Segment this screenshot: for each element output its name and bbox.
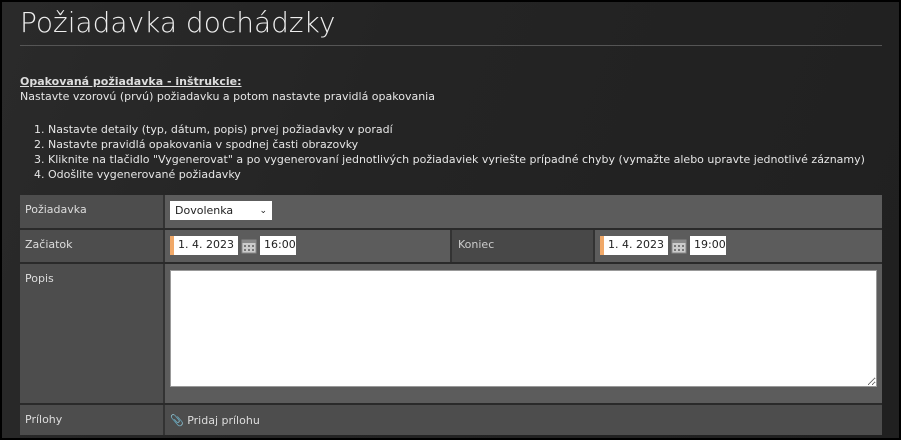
instructions: Opakovaná požiadavka - inštrukcie: Nasta… — [20, 74, 865, 182]
step: Nastavte detaily (typ, dátum, popis) prv… — [48, 122, 865, 137]
description-textarea[interactable] — [170, 270, 877, 387]
paperclip-icon: 📎 — [170, 414, 184, 427]
instructions-intro: Nastavte vzorovú (prvú) požiadavku a pot… — [20, 90, 435, 103]
description-label: Popis — [20, 264, 165, 403]
instructions-steps: Nastavte detaily (typ, dátum, popis) prv… — [20, 122, 865, 182]
attachments-label: Prílohy — [20, 405, 165, 435]
calendar-icon[interactable] — [671, 236, 687, 255]
page-title: Požiadavka dochádzky — [20, 6, 336, 39]
add-attachment-link[interactable]: 📎 Pridaj prílohu — [170, 411, 260, 430]
request-type-select[interactable]: Dovolenka ⌄ — [170, 201, 272, 220]
request-form: Požiadavka Dovolenka ⌄ Začiatok 1. 4. 202… — [20, 195, 882, 435]
end-time-input[interactable]: 19:00 — [690, 236, 726, 255]
calendar-icon[interactable] — [241, 236, 257, 255]
chevron-down-icon: ⌄ — [259, 205, 267, 216]
instructions-heading: Opakovaná požiadavka - inštrukcie: — [20, 75, 242, 88]
divider — [20, 45, 882, 46]
start-time-input[interactable]: 16:00 — [260, 236, 296, 255]
step: Nastavte pravidlá opakovania v spodnej č… — [48, 137, 865, 152]
page: Požiadavka dochádzky Opakovaná požiadavk… — [2, 2, 899, 438]
end-label: Koniec — [450, 230, 595, 262]
end-date-input[interactable]: 1. 4. 2023 — [600, 236, 668, 255]
step: Kliknite na tlačidlo "Vygenerovat" a po … — [48, 152, 865, 167]
start-date-input[interactable]: 1. 4. 2023 — [170, 236, 238, 255]
step: Odošlite vygenerované požiadavky — [48, 167, 865, 182]
start-label: Začiatok — [20, 230, 165, 262]
request-type-value: Dovolenka — [175, 204, 234, 217]
request-type-label: Požiadavka — [20, 195, 165, 228]
add-attachment-label: Pridaj prílohu — [187, 414, 260, 427]
